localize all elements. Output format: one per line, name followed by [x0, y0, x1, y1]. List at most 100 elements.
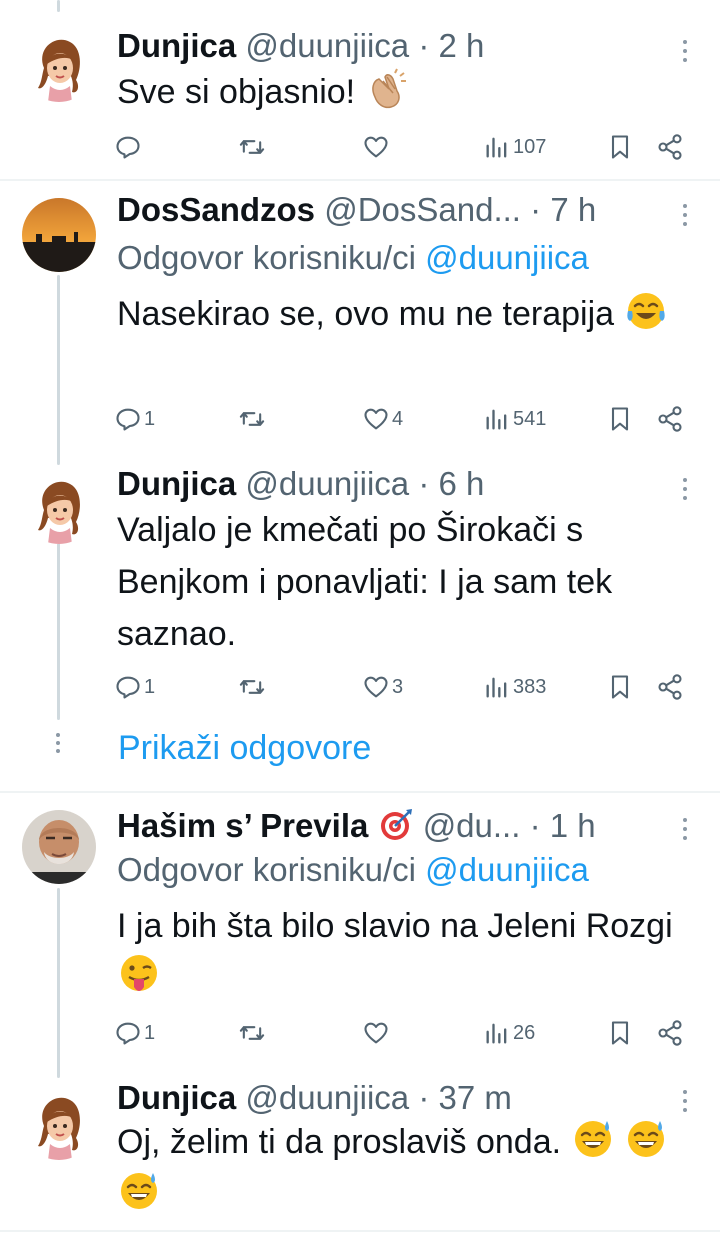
avatar[interactable]	[22, 198, 96, 272]
user-handle[interactable]: @DosSand...	[324, 191, 521, 228]
timestamp[interactable]: 6 h	[438, 465, 484, 502]
more-options-button[interactable]	[680, 478, 690, 505]
replying-to-label: Odgovor korisniku/ci	[117, 239, 416, 276]
tweet[interactable]: Dunjica @duunjiica · 6 h Valjalo je kmeč…	[0, 458, 720, 718]
tears-of-joy-emoji	[624, 289, 668, 333]
mention-link[interactable]: @duunjiica	[425, 239, 589, 276]
separator-dot: ·	[529, 807, 541, 844]
views-button[interactable]: 541	[483, 399, 546, 439]
timestamp[interactable]: 1 h	[550, 807, 596, 844]
tweet-text-content: Oj, želim ti da proslaviš onda.	[117, 1123, 562, 1161]
show-replies-link[interactable]: Prikaži odgovore	[118, 727, 371, 769]
mention-link[interactable]: @duunjiica	[425, 851, 589, 888]
bookmark-icon	[611, 135, 629, 159]
reply-button[interactable]: 1	[114, 399, 155, 439]
display-name[interactable]: Hašim s’ Previla	[117, 807, 368, 844]
separator-dot: ·	[530, 191, 542, 228]
retweet-icon	[239, 140, 265, 154]
retweet-icon	[239, 1026, 265, 1040]
sunset-avatar-icon	[22, 198, 96, 272]
avatar[interactable]	[22, 28, 96, 102]
like-count: 4	[392, 407, 404, 430]
display-name[interactable]: Dunjica	[117, 27, 236, 64]
reply-icon	[116, 1022, 140, 1045]
tweet-text-content: I ja bih šta bilo slavio na Jeleni Rozgi	[117, 907, 673, 945]
tweet-divider	[0, 179, 720, 181]
views-count: 541	[513, 407, 547, 430]
tweet-text: I ja bih šta bilo slavio na Jeleni Rozgi	[117, 900, 697, 1004]
heart-icon	[364, 408, 388, 430]
reply-icon	[116, 408, 140, 431]
retweet-button[interactable]	[238, 399, 266, 439]
reply-button[interactable]	[114, 127, 144, 167]
bookmark-icon	[611, 1021, 629, 1045]
like-button[interactable]	[362, 1013, 390, 1053]
like-button[interactable]	[362, 127, 390, 167]
heart-icon	[364, 676, 388, 698]
tweet-header: Dunjica @duunjiica · 37 m	[117, 1078, 680, 1118]
more-vertical-icon	[683, 478, 687, 482]
timestamp[interactable]: 7 h	[550, 191, 596, 228]
replying-to-label: Odgovor korisniku/ci	[117, 851, 416, 888]
user-handle[interactable]: @duunjiica	[245, 465, 409, 502]
timestamp[interactable]: 2 h	[438, 27, 484, 64]
separator-dot: ·	[418, 465, 430, 502]
avatar[interactable]	[22, 1086, 96, 1160]
more-vertical-icon	[683, 1090, 687, 1094]
reply-count: 1	[144, 675, 156, 698]
replying-to: Odgovor korisniku/ci @duunjiica	[117, 850, 589, 890]
man-avatar-icon	[22, 810, 96, 884]
bookmark-button[interactable]	[606, 1013, 634, 1053]
retweet-button[interactable]	[238, 127, 266, 167]
tongue-out-emoji	[117, 953, 161, 997]
timestamp[interactable]: 37 m	[438, 1079, 511, 1116]
tweet-text: Sve si objasnio!	[117, 66, 697, 118]
reply-button[interactable]: 1	[114, 1013, 155, 1053]
like-button[interactable]: 3	[362, 667, 403, 707]
tweet-divider	[0, 1230, 720, 1232]
user-handle[interactable]: @duunjiica	[245, 27, 409, 64]
girl-avatar-icon	[22, 470, 96, 544]
reply-button[interactable]: 1	[114, 667, 155, 707]
share-button[interactable]	[656, 127, 684, 167]
more-options-button[interactable]	[680, 40, 690, 67]
share-icon	[658, 134, 682, 160]
bookmark-button[interactable]	[606, 127, 634, 167]
views-button[interactable]: 383	[483, 667, 546, 707]
share-button[interactable]	[656, 667, 684, 707]
heart-icon	[364, 1022, 388, 1044]
retweet-button[interactable]	[238, 1013, 266, 1053]
clapping-hands-emoji	[365, 67, 409, 111]
views-button[interactable]: 26	[483, 1013, 535, 1053]
views-count: 383	[513, 675, 547, 698]
retweet-button[interactable]	[238, 667, 266, 707]
tweet[interactable]: Dunjica @duunjiica · 37 m Oj, želim ti d…	[0, 1072, 720, 1232]
more-options-button[interactable]	[680, 1090, 690, 1117]
share-button[interactable]	[656, 1013, 684, 1053]
more-options-button[interactable]	[680, 818, 690, 845]
display-name[interactable]: Dunjica	[117, 465, 236, 502]
tweet-actions: 1 26	[0, 1013, 720, 1053]
tweet-text: Oj, želim ti da proslaviš onda.	[117, 1116, 697, 1220]
user-handle[interactable]: @du...	[423, 807, 521, 844]
display-name[interactable]: Dunjica	[117, 1079, 236, 1116]
avatar[interactable]	[22, 470, 96, 544]
bookmark-icon	[611, 675, 629, 699]
tweet-text-content: Nasekirao se, ovo mu ne terapija	[117, 295, 615, 333]
tweet[interactable]: DosSandzos @DosSand... · 7 h Odgovor kor…	[0, 182, 720, 472]
display-name[interactable]: DosSandzos	[117, 191, 315, 228]
share-button[interactable]	[656, 399, 684, 439]
target-icon	[378, 807, 414, 843]
views-icon	[486, 677, 507, 698]
avatar[interactable]	[22, 810, 96, 884]
more-options-button[interactable]	[680, 204, 690, 231]
bookmark-button[interactable]	[606, 399, 634, 439]
tweet[interactable]: Dunjica @duunjiica · 2 h Sve si objasnio…	[0, 0, 720, 180]
bookmark-button[interactable]	[606, 667, 634, 707]
more-vertical-icon	[683, 204, 687, 208]
user-handle[interactable]: @duunjiica	[245, 1079, 409, 1116]
share-icon	[658, 674, 682, 700]
tweet[interactable]: Hašim s’ Previla @du... · 1 h Odgovor ko…	[0, 794, 720, 1074]
views-button[interactable]: 107	[483, 127, 546, 167]
like-button[interactable]: 4	[362, 399, 403, 439]
